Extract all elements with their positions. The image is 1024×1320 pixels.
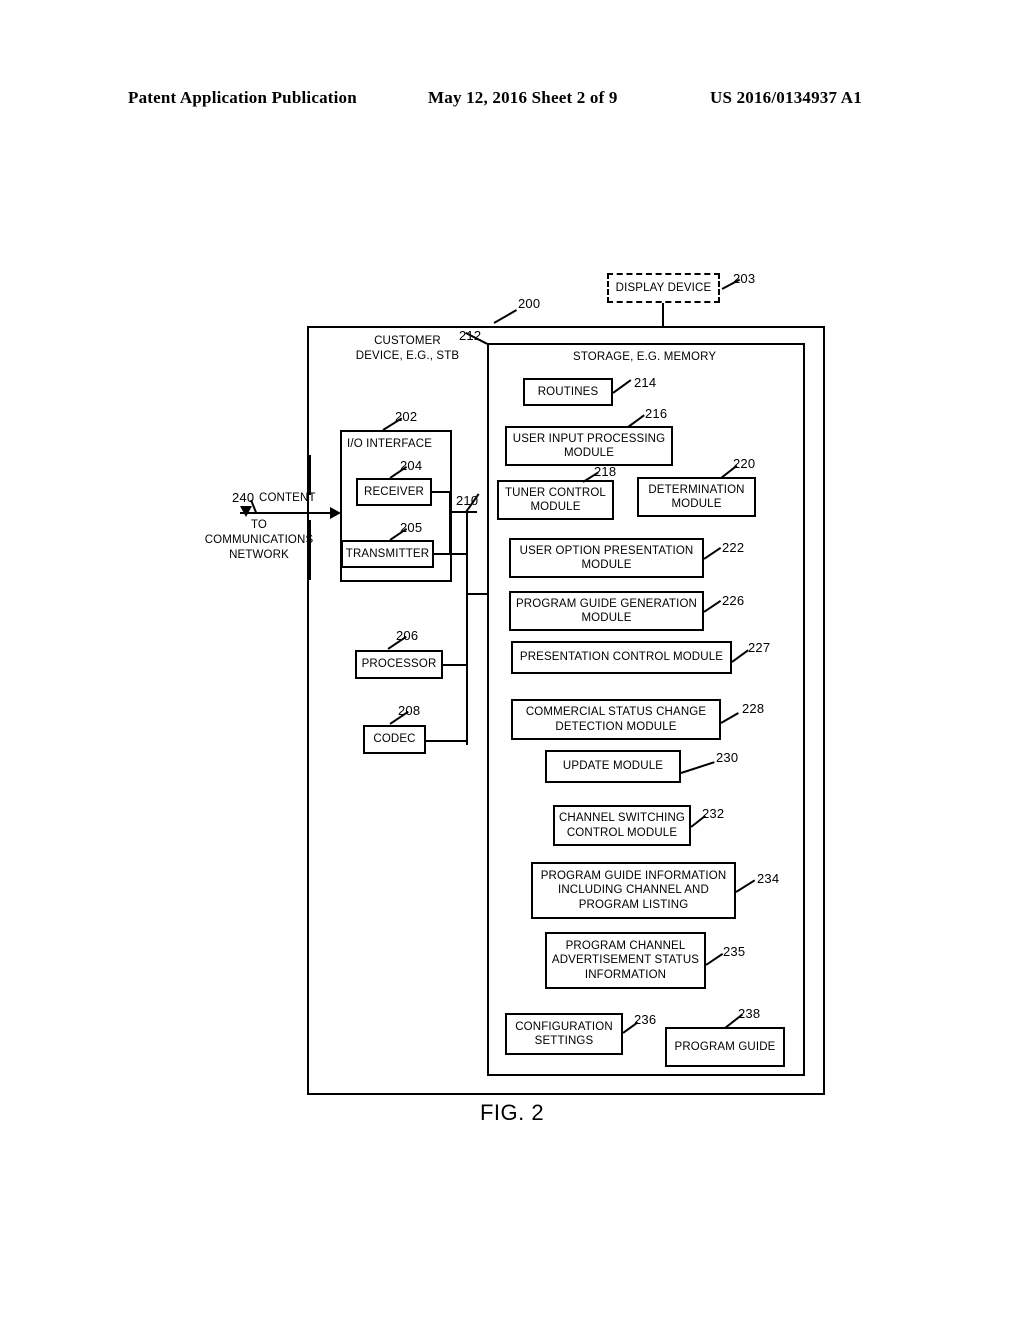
update-module-box: UPDATE MODULE — [545, 750, 681, 783]
customer-device-leader — [493, 309, 517, 324]
configuration-settings-box: CONFIGURATION SETTINGS — [505, 1013, 623, 1055]
commercial-status-change-detection-module-box: COMMERCIAL STATUS CHANGE DETECTION MODUL… — [511, 699, 721, 740]
ref-212: 212 — [459, 328, 482, 343]
ref-205: 205 — [400, 520, 423, 535]
ref-222: 222 — [722, 540, 745, 555]
program-channel-advertisement-status-box: PROGRAM CHANNEL ADVERTISEMENT STATUS INF… — [545, 932, 706, 989]
user-input-processing-module-label: USER INPUT PROCESSING MODULE — [512, 432, 666, 459]
header-patent-number: US 2016/0134937 A1 — [710, 88, 862, 107]
header-publication-title: Patent Application Publication — [128, 88, 357, 107]
ref-236: 236 — [634, 1012, 657, 1027]
io-bus-wire-h — [449, 511, 477, 513]
ref-214: 214 — [634, 375, 657, 390]
bus-line-main — [466, 511, 468, 595]
receiver-label: RECEIVER — [364, 485, 424, 498]
presentation-control-module-label: PRESENTATION CONTROL MODULE — [519, 651, 724, 664]
transmitter-label: TRANSMITTER — [345, 547, 430, 560]
user-option-presentation-module-label: USER OPTION PRESENTATION MODULE — [519, 544, 694, 571]
tuner-control-module-label: TUNER CONTROL MODULE — [505, 486, 606, 513]
program-guide-box: PROGRAM GUIDE — [665, 1027, 785, 1067]
processor-box: PROCESSOR — [355, 650, 443, 679]
bus-line-lower — [466, 595, 468, 745]
codec-label: CODEC — [373, 733, 416, 746]
ref-218: 218 — [594, 464, 617, 479]
program-guide-label: PROGRAM GUIDE — [674, 1040, 776, 1053]
ref-238: 238 — [738, 1006, 761, 1021]
channel-switching-control-module-box: CHANNEL SWITCHING CONTROL MODULE — [553, 805, 691, 846]
communications-network-label: TO COMMUNICATIONS NETWORK — [185, 518, 333, 563]
ref-230: 230 — [716, 750, 739, 765]
tuner-control-module-box: TUNER CONTROL MODULE — [497, 480, 614, 520]
receiver-bus-wire-v — [449, 491, 451, 554]
ref-202: 202 — [395, 409, 418, 424]
display-device-label: DISPLAY DEVICE — [615, 281, 712, 294]
commercial-status-change-detection-module-label: COMMERCIAL STATUS CHANGE DETECTION MODUL… — [525, 706, 707, 733]
determination-module-label: DETERMINATION MODULE — [648, 483, 745, 510]
processor-bus-wire — [443, 664, 468, 666]
network-label-line1: TO — [250, 519, 268, 531]
ref-232: 232 — [702, 806, 725, 821]
ref-210: 210 — [456, 493, 479, 508]
ref-226: 226 — [722, 593, 745, 608]
ref-216: 216 — [645, 406, 668, 421]
ref-235: 235 — [723, 944, 746, 959]
ref-200: 200 — [518, 296, 541, 311]
user-option-presentation-module-box: USER OPTION PRESENTATION MODULE — [509, 538, 704, 578]
ref-204: 204 — [400, 458, 423, 473]
transmitter-box: TRANSMITTER — [341, 540, 434, 568]
codec-bus-wire — [426, 740, 468, 742]
content-arrow-head-down — [240, 506, 252, 517]
ref-220: 220 — [733, 456, 756, 471]
program-guide-generation-module-label: PROGRAM GUIDE GENERATION MODULE — [515, 597, 697, 624]
receiver-box: RECEIVER — [356, 478, 432, 506]
display-device-connector — [662, 303, 664, 328]
network-label-line2: COMMUNICATIONS — [204, 533, 314, 546]
content-label: CONTENT — [259, 492, 316, 504]
determination-module-box: DETERMINATION MODULE — [637, 477, 756, 517]
ref-234: 234 — [757, 871, 780, 886]
codec-box: CODEC — [363, 725, 426, 754]
routines-label: ROUTINES — [537, 385, 599, 398]
header-date-sheet: May 12, 2016 Sheet 2 of 9 — [428, 88, 618, 107]
patent-sheet: Patent Application Publication May 12, 2… — [0, 0, 1024, 1320]
ref-228: 228 — [742, 701, 765, 716]
io-interface-label: I/O INTERFACE — [347, 438, 433, 450]
update-module-label: UPDATE MODULE — [562, 760, 664, 773]
figure-caption: FIG. 2 — [479, 1100, 545, 1125]
network-label-line3: NETWORK — [229, 548, 289, 561]
storage-label: STORAGE, E.G. MEMORY — [573, 351, 717, 363]
program-guide-information-label: PROGRAM GUIDE INFORMATION INCLUDING CHAN… — [540, 870, 727, 911]
routines-box: ROUTINES — [523, 378, 613, 406]
ref-208: 208 — [398, 703, 421, 718]
program-guide-information-box: PROGRAM GUIDE INFORMATION INCLUDING CHAN… — [531, 862, 736, 919]
network-boundary-line-top — [309, 455, 311, 495]
configuration-settings-label: CONFIGURATION SETTINGS — [515, 1020, 613, 1047]
ref-206: 206 — [396, 628, 419, 643]
processor-label: PROCESSOR — [361, 658, 437, 671]
ref-203: 203 — [733, 271, 756, 286]
transmitter-bus-wire-h — [434, 553, 466, 555]
bus-to-storage-wire — [466, 593, 489, 595]
presentation-control-module-box: PRESENTATION CONTROL MODULE — [511, 641, 732, 674]
customer-device-label-line1: CUSTOMER — [374, 335, 441, 347]
program-channel-advertisement-status-label: PROGRAM CHANNEL ADVERTISEMENT STATUS INF… — [551, 940, 700, 981]
display-device-box: DISPLAY DEVICE — [607, 273, 720, 303]
program-guide-generation-module-box: PROGRAM GUIDE GENERATION MODULE — [509, 591, 704, 631]
user-input-processing-module-box: USER INPUT PROCESSING MODULE — [505, 426, 673, 466]
customer-device-label-line2: DEVICE, E.G., STB — [355, 349, 460, 362]
ref-227: 227 — [748, 640, 771, 655]
channel-switching-control-module-label: CHANNEL SWITCHING CONTROL MODULE — [558, 812, 686, 839]
